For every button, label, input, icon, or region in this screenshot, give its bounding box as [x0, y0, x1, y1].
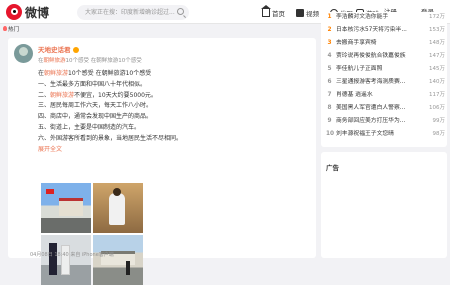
- ranking-item[interactable]: 7 肖德基 逍遥水 117万: [321, 90, 447, 101]
- post-line: 二、朝鲜旅游不便宜，10天大约要5000元。: [38, 91, 157, 99]
- author-name[interactable]: 天地史话君: [38, 44, 79, 54]
- ranking-item[interactable]: 2 日本核污水57天将污染半... 153万: [321, 25, 447, 36]
- photo-thumbnail[interactable]: [41, 235, 91, 285]
- topic-link[interactable]: 朝鲜旅游: [50, 92, 74, 99]
- flame-icon: [3, 26, 7, 31]
- home-icon: [261, 5, 271, 17]
- ranking-item[interactable]: 3 去搬商手享宾椅 148万: [321, 38, 447, 49]
- weibo-eye-icon: [6, 4, 22, 20]
- weibo-post-card: 天地史话君 在朝鲜旅游10个感受 在朝鲜旅游10个感受 在朝鲜旅游10个感受 在…: [8, 38, 316, 285]
- ranking-item[interactable]: 8 美国黑人军官遭白人警察... 106万: [321, 103, 447, 114]
- topic-link[interactable]: 朝鲜旅游: [44, 70, 68, 77]
- post-line: 六、外国游客所看到的景象，当地居民生活不尽相同。: [38, 134, 183, 142]
- nav-home[interactable]: 首页: [261, 5, 285, 20]
- nav-video[interactable]: 视频: [296, 6, 319, 20]
- post-line: 一、生活最多方面和中国八十年代相似。: [38, 80, 147, 88]
- expand-full-text-link[interactable]: 展开全文: [38, 145, 298, 156]
- video-icon: [296, 9, 304, 17]
- search-icon[interactable]: [177, 8, 184, 15]
- post-line: 五、街道上，主要是中国制造的汽车。: [38, 123, 141, 131]
- verified-badge-icon: [72, 47, 79, 53]
- topic-link[interactable]: 朝鲜旅游: [44, 58, 66, 64]
- photo-thumbnail[interactable]: [93, 183, 143, 233]
- ranking-item[interactable]: 1 李浩麟对文浩你能手 172万: [321, 12, 447, 23]
- hot-search-ranking: 1 李浩麟对文浩你能手 172万 2 日本核污水57天将污染半... 153万 3 去搬商…: [321, 12, 447, 147]
- ad-label: 广告: [326, 164, 339, 172]
- post-timestamp: 04月08日 18:40 来自 iPhone客户端: [30, 252, 114, 258]
- weibo-logo[interactable]: 微博: [6, 3, 49, 21]
- post-line: 在朝鲜旅游10个感受 在朝鲜旅游10个感受: [38, 70, 152, 77]
- ranking-item[interactable]: 9 商务部回应美方打压华为... 99万: [321, 116, 447, 127]
- nav-home-label: 首页: [272, 10, 285, 18]
- search-input[interactable]: 大家正在搜：印度新增确诊超过...: [77, 5, 189, 20]
- photo-thumbnail[interactable]: [93, 235, 143, 285]
- avatar[interactable]: [14, 44, 33, 63]
- post-summary: 在朝鲜旅游10个感受 在朝鲜旅游10个感受: [38, 58, 142, 64]
- ad-panel: 广告: [321, 152, 447, 258]
- ranking-item[interactable]: 4 贾玲说再俊俊航合铁嘉俊族 147万: [321, 51, 447, 62]
- ranking-item[interactable]: 5 李佳航儿子正面照 145万: [321, 64, 447, 75]
- hot-tab-label: 热门: [8, 27, 20, 33]
- nav-video-label: 视频: [306, 10, 319, 18]
- hot-tab[interactable]: 热门: [0, 24, 25, 36]
- post-body: 在朝鲜旅游10个感受 在朝鲜旅游10个感受 一、生活最多方面和中国八十年代相似。…: [38, 69, 298, 155]
- logo-text: 微博: [25, 5, 50, 20]
- ranking-item[interactable]: 10 刘丰源祝福王子文您晴 98万: [321, 129, 447, 140]
- post-line: 三、居民每周工作六天，每天工作八小时。: [38, 102, 153, 110]
- search-placeholder: 大家正在搜：印度新增确诊超过...: [85, 9, 175, 16]
- photo-thumbnail[interactable]: [41, 183, 91, 233]
- ranking-item[interactable]: 6 三星通报游客考海测质赛... 140万: [321, 77, 447, 88]
- post-line: 四、商店中，通常会发现中国生产的商品。: [38, 113, 153, 121]
